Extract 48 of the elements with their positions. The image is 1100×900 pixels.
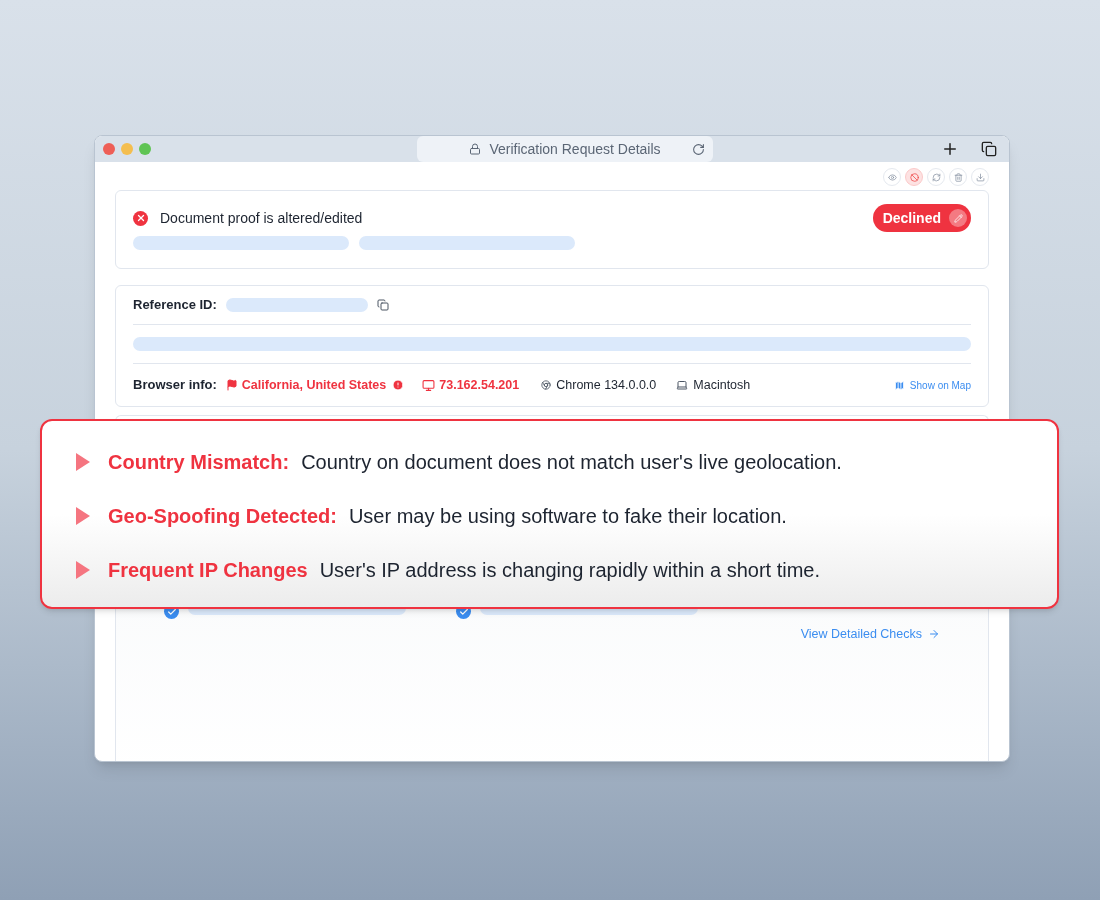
new-tab-icon[interactable]: [941, 140, 959, 158]
triangle-icon: [76, 561, 90, 579]
view-button[interactable]: [883, 168, 901, 186]
issue-title: Country Mismatch:: [108, 450, 290, 475]
location-text: California, United States: [241, 376, 387, 394]
triangle-icon: [76, 507, 90, 525]
block-icon: [909, 172, 919, 182]
alert-message: Document proof is altered/edited: [160, 208, 363, 228]
refresh-icon: [931, 172, 941, 182]
address-bar[interactable]: Verification Request Details: [417, 136, 713, 162]
download-button[interactable]: [971, 168, 989, 186]
block-button[interactable]: [905, 168, 923, 186]
issue-description: User may be using software to fake their location.: [348, 504, 787, 529]
issue-title: Frequent IP Changes: [108, 558, 308, 583]
download-icon: [975, 172, 985, 182]
browser-version: Chrome 134.0.0.0: [556, 376, 657, 394]
reload-icon[interactable]: [692, 142, 705, 156]
triangle-icon: [76, 453, 90, 471]
reference-label: Reference ID:: [133, 296, 217, 315]
copy-icon[interactable]: [376, 299, 389, 311]
window-title: Verification Request Details: [489, 139, 661, 159]
edit-icon: [949, 209, 967, 227]
browser-icon: [541, 380, 552, 390]
view-icon: [887, 172, 897, 182]
view-checks-link[interactable]: View Detailed Checks: [800, 625, 940, 644]
minimize-window-icon[interactable]: [121, 143, 133, 155]
flag-icon: [225, 379, 238, 391]
status-badge[interactable]: Declined: [872, 204, 971, 232]
show-on-map-link[interactable]: Show on Map: [893, 377, 971, 393]
delete-button[interactable]: [949, 168, 967, 186]
ip-icon: [422, 378, 436, 392]
issue-description: User's IP address is changing rapidly within a short time.: [319, 558, 820, 583]
lock-icon: [469, 143, 482, 155]
error-icon: [133, 210, 148, 226]
os-text: Macintosh: [693, 376, 751, 394]
map-icon: [893, 379, 905, 391]
delete-icon: [953, 172, 963, 182]
close-window-icon[interactable]: [103, 143, 115, 155]
warning-icon: [392, 379, 405, 391]
issue-title: Geo-Spoofing Detected:: [108, 504, 337, 529]
maximize-window-icon[interactable]: [139, 143, 151, 155]
refresh-button[interactable]: [927, 168, 945, 186]
issue-description: Country on document does not match user's live geolocation.: [301, 450, 842, 475]
tabs-icon[interactable]: [981, 141, 997, 157]
arrow-right-icon: [928, 628, 940, 641]
ip-address: 73.162.54.201: [439, 376, 520, 394]
laptop-icon: [676, 379, 689, 391]
browser-info-label: Browser info:: [133, 376, 217, 395]
